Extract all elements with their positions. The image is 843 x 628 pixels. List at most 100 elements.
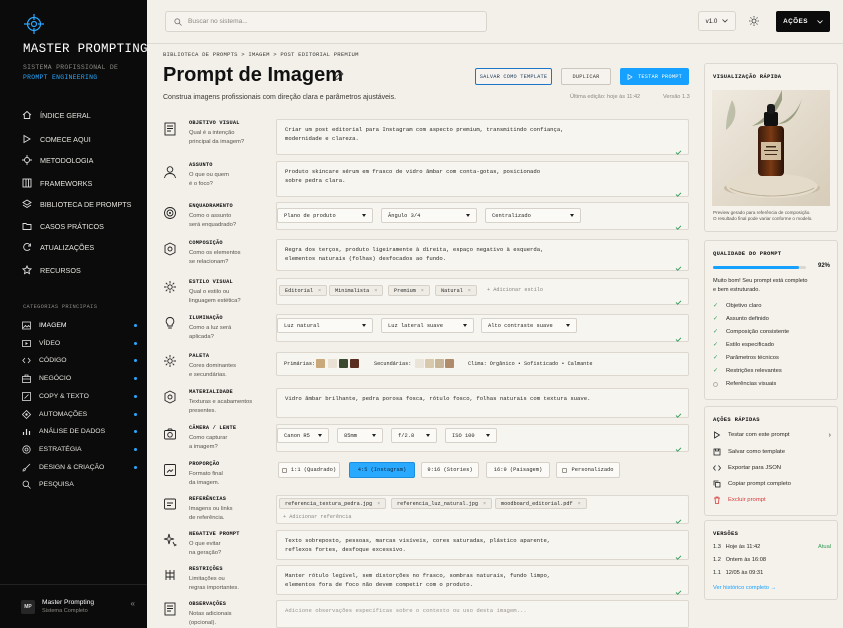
composicao-textarea[interactable]: Regra dos terços, produto ligeiramente à… (276, 239, 689, 271)
observacoes-textarea[interactable]: Adicione observações específicas sobre o… (276, 600, 689, 628)
version-row[interactable]: 1.2 Ontem às 16:08 (713, 557, 831, 563)
category-dot (134, 466, 137, 469)
caret-down-icon (463, 324, 467, 327)
user-profile[interactable]: MP Master Prompting Sistema Completo « (0, 584, 147, 628)
sidebar: MASTER PROMPTING SISTEMA PROFISSIONAL DE… (0, 0, 148, 628)
select-plano[interactable]: Plano de produto (277, 208, 373, 223)
add-reference-button[interactable]: + Adicionar referência (283, 514, 352, 520)
select-iso[interactable]: ISO 100 (445, 428, 497, 443)
save-template-button[interactable]: SALVAR COMO TEMPLATE (475, 68, 552, 85)
quality-card: QUALIDADE DO PROMPT 92% Muito bom! Seu p… (704, 240, 838, 400)
notes-icon (163, 602, 177, 616)
select-abertura[interactable]: f/2.8 (391, 428, 437, 443)
image-icon (22, 321, 31, 330)
field-negative-prompt: NEGATIVE PROMPT O que evitar na geração? T… (163, 530, 689, 562)
nav-item-biblioteca[interactable]: BIBLIOTECA DE PROMPTS (22, 199, 147, 209)
quick-action-export-json[interactable]: Exportar para JSON (713, 464, 781, 472)
duplicate-button[interactable]: DUPLICAR (561, 68, 611, 85)
check-icon: ✓ (713, 355, 719, 361)
nav-item-metodologia[interactable]: METODOLOGIA (22, 155, 147, 165)
target-icon (22, 445, 31, 454)
select-posicao[interactable]: Centralizado (485, 208, 581, 223)
category-dot (134, 324, 137, 327)
quick-action-test[interactable]: Testar com este prompt › (713, 431, 831, 439)
swatch-secondary-1[interactable] (415, 359, 424, 368)
select-lente[interactable]: 85mm (337, 428, 383, 443)
secondary-colors-label: Secundárias: (374, 361, 412, 367)
nav-item-recursos[interactable]: RECURSOS (22, 265, 147, 275)
category-dot (134, 413, 137, 416)
version-history-link[interactable]: Ver histórico completo → (713, 585, 776, 591)
select-contraste[interactable]: Alto contraste suave (481, 318, 577, 333)
select-direcao-luz[interactable]: Luz lateral suave (381, 318, 474, 333)
quality-item: ✓ Objetivo claro (713, 302, 762, 310)
version-select[interactable]: v1.0 (698, 11, 736, 31)
quick-action-copy[interactable]: Copiar prompt completo (713, 480, 791, 488)
swatch-secondary-3[interactable] (435, 359, 444, 368)
swatch-primary-1[interactable] (316, 359, 325, 368)
document-icon (163, 122, 177, 136)
ratio-4-5[interactable]: 4:5 (Instagram) (349, 462, 415, 478)
category-automacoes[interactable]: AUTOMAÇÕES (22, 410, 142, 419)
quick-action-save-template[interactable]: Salvar como template (713, 448, 785, 456)
materialidade-textarea[interactable]: Vidro âmbar brilhante, pedra porosa fosc… (276, 388, 689, 418)
edit-icon[interactable] (334, 71, 344, 81)
ratio-personalizado[interactable]: Personalizado (556, 462, 620, 478)
search-input[interactable]: Buscar no sistema... (165, 11, 487, 32)
nav-item-comece-aqui[interactable]: COMECE AQUI (22, 134, 147, 144)
select-camera[interactable]: Canon R5 (277, 428, 329, 443)
tag-minimalista[interactable]: Minimalista × (329, 285, 384, 296)
version-meta: Versão 1.3 (663, 94, 690, 100)
negativo-textarea[interactable]: Texto sobreposto, pessoas, marcas visíve… (276, 530, 689, 560)
tag-premium[interactable]: Premium × (388, 285, 430, 296)
category-codigo[interactable]: CÓDIGO (22, 356, 142, 365)
swatch-primary-4[interactable] (350, 359, 359, 368)
category-analise-dados[interactable]: ANÁLISE DE DADOS (22, 427, 142, 436)
category-negocio[interactable]: NEGÓCIO (22, 374, 142, 383)
test-prompt-button[interactable]: TESTAR PROMPT (620, 68, 689, 85)
swatch-secondary-4[interactable] (445, 359, 454, 368)
reference-file[interactable]: referencia_luz_natural.jpg × (391, 498, 493, 509)
swatch-primary-2[interactable] (328, 359, 337, 368)
caret-down-icon (426, 434, 430, 437)
category-design-criacao[interactable]: DESIGN & CRIAÇÃO (22, 463, 142, 472)
quality-percent: 92% (817, 263, 830, 269)
reference-file[interactable]: referencia_textura_pedra.jpg × (279, 498, 387, 509)
remove-tag-icon: × (467, 287, 471, 294)
version-row[interactable]: 1.1 12/05 às 09:31 (713, 570, 831, 576)
nav-item-indice-geral[interactable]: ÍNDICE GERAL (22, 110, 147, 120)
theme-toggle-button[interactable] (744, 11, 764, 31)
restricoes-textarea[interactable]: Manter rótulo legível, sem distorções no… (276, 565, 689, 595)
version-row[interactable]: 1.3 Hoje às 11:42 Atual (713, 544, 831, 550)
field-referencias: REFERÊNCIAS Imagens ou links de referência… (163, 495, 689, 525)
category-estrategia[interactable]: ESTRATÉGIA (22, 445, 142, 454)
nav-item-casos-praticos[interactable]: CASOS PRÁTICOS (22, 221, 147, 231)
actions-button[interactable]: AÇÕES (776, 11, 830, 32)
objetivo-textarea[interactable]: Criar um post editorial para Instagram c… (276, 119, 689, 155)
preview-title: VISUALIZAÇÃO RÁPIDA (713, 73, 782, 80)
ratio-9-16[interactable]: 9:16 (Stories) (421, 462, 479, 478)
category-copy-texto[interactable]: COPY & TEXTO (22, 392, 142, 401)
ratio-1-1[interactable]: 1:1 (Quadrado) (278, 462, 340, 478)
collapse-sidebar-button[interactable]: « (131, 599, 135, 608)
assunto-textarea[interactable]: Produto skincare sérum em frasco de vidr… (276, 161, 689, 197)
tag-editorial[interactable]: Editorial × (279, 285, 328, 296)
category-imagem[interactable]: IMAGEM (22, 321, 142, 330)
quality-item: ✓ Estilo especificado (713, 341, 775, 349)
nav-item-frameworks[interactable]: FRAMEWORKS (22, 178, 147, 188)
palette-icon (163, 354, 177, 368)
field-assunto: ASSUNTO O que ou quem é o foco? Produto sk… (163, 161, 689, 197)
add-style-button[interactable]: + Adicionar estilo (487, 287, 543, 293)
nav-item-atualizacoes[interactable]: ATUALIZAÇÕES (22, 242, 147, 252)
select-angulo[interactable]: Ângulo 3/4 (381, 208, 477, 223)
ratio-16-9[interactable]: 16:9 (Paisagem) (486, 462, 550, 478)
tag-natural[interactable]: Natural × (435, 285, 477, 296)
category-pesquisa[interactable]: PESQUISA (22, 480, 142, 489)
reference-file[interactable]: moodboard_editorial.pdf × (495, 498, 587, 509)
field-estilo-visual: ESTILO VISUAL Qual o estilo ou linguagem e… (163, 278, 689, 310)
quick-action-delete[interactable]: Excluir prompt (713, 496, 766, 504)
select-luz[interactable]: Luz natural (277, 318, 373, 333)
swatch-primary-3[interactable] (339, 359, 348, 368)
swatch-secondary-2[interactable] (425, 359, 434, 368)
category-video[interactable]: VÍDEO (22, 339, 142, 348)
